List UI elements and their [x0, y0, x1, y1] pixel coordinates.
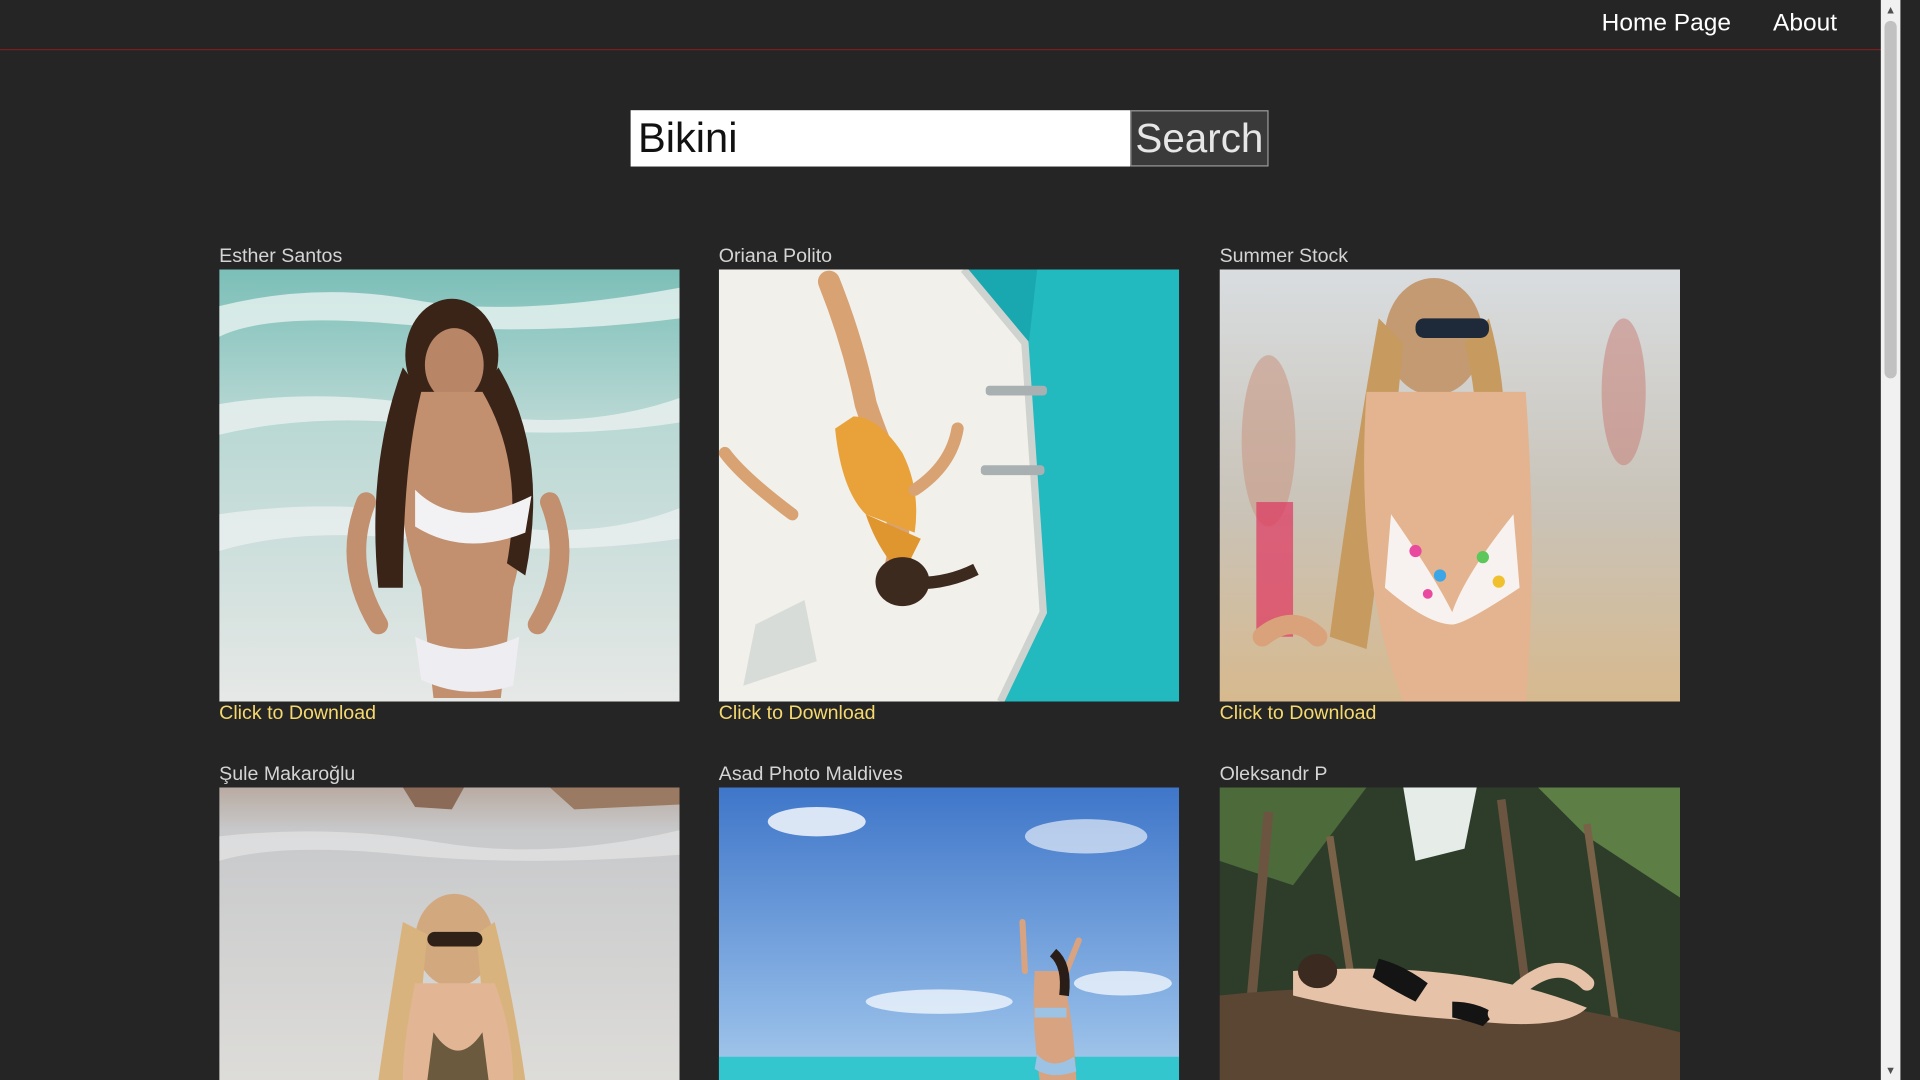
result-card: Oleksandr P	[1219, 763, 1681, 1080]
photo-thumbnail[interactable]	[219, 787, 680, 1080]
photographer-name: Oleksandr P	[1219, 764, 1328, 785]
photo-image	[219, 269, 680, 702]
photo-image	[718, 787, 1180, 1080]
photographer-name: Asad Photo Maldives	[718, 764, 903, 785]
result-card: Asad Photo Maldives	[718, 763, 1180, 1080]
search-bar: Search	[630, 110, 1269, 167]
photo-thumbnail[interactable]	[219, 269, 680, 702]
photographer-name: Esther Santos	[219, 246, 343, 267]
photo-image	[219, 787, 680, 1080]
result-card: Şule Makaroğlu	[219, 763, 680, 1080]
photo-thumbnail[interactable]	[1219, 269, 1681, 702]
photo-thumbnail[interactable]	[1219, 787, 1681, 1080]
page: Home Page About Search Esther Santos	[0, 0, 1901, 1080]
nav-about-link[interactable]: About	[1773, 10, 1837, 38]
nav-home-link[interactable]: Home Page	[1602, 10, 1731, 38]
vertical-scrollbar[interactable]: ▲ ▼	[1880, 0, 1901, 1080]
scroll-up-arrow-icon[interactable]: ▲	[1881, 0, 1901, 20]
download-link[interactable]: Click to Download	[1220, 703, 1377, 724]
search-input[interactable]	[630, 110, 1131, 167]
photo-image	[1219, 787, 1681, 1080]
browser-viewport: Home Page About Search Esther Santos	[0, 0, 1920, 1080]
scrollbar-thumb[interactable]	[1884, 20, 1897, 379]
download-link[interactable]: Click to Download	[719, 703, 876, 724]
photographer-name: Oriana Polito	[718, 246, 833, 267]
top-navbar: Home Page About	[0, 0, 1901, 51]
photographer-name: Summer Stock	[1219, 246, 1349, 267]
photo-thumbnail[interactable]	[718, 787, 1180, 1080]
photo-thumbnail[interactable]	[718, 269, 1180, 702]
result-card: Oriana Polito Click to Download	[718, 245, 1180, 726]
result-card: Summer Stock Click to Download	[1219, 245, 1681, 726]
photo-image	[718, 269, 1180, 702]
scroll-down-arrow-icon[interactable]: ▼	[1881, 1060, 1901, 1080]
result-card: Esther Santos Click to Download	[219, 245, 680, 726]
photographer-name: Şule Makaroğlu	[219, 764, 356, 785]
search-button[interactable]: Search	[1130, 110, 1269, 167]
download-link[interactable]: Click to Download	[219, 703, 376, 724]
photo-image	[1219, 269, 1681, 702]
